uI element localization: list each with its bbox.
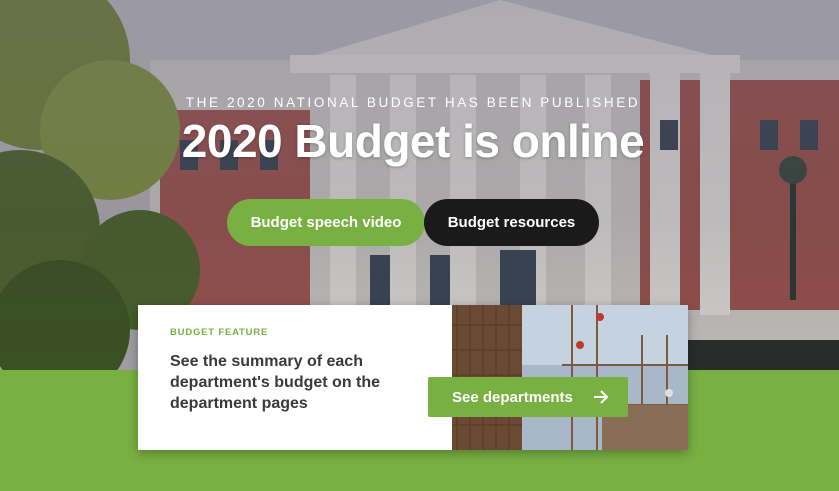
hero-eyebrow: THE 2020 NATIONAL BUDGET HAS BEEN PUBLIS… (185, 95, 641, 110)
budget-resources-button[interactable]: Budget resources (424, 199, 599, 246)
see-departments-label: See departments (452, 388, 573, 406)
budget-speech-video-button[interactable]: Budget speech video (227, 199, 425, 246)
arrow-right-icon (594, 390, 609, 404)
see-departments-button[interactable]: See departments (428, 377, 628, 417)
feature-label: BUDGET FEATURE (170, 327, 269, 338)
feature-text: See the summary of each department's bud… (170, 353, 381, 412)
hero-title: 2020 Budget is online (181, 115, 645, 167)
budget-feature-card: BUDGET FEATURE See the summary of each d… (138, 305, 688, 450)
